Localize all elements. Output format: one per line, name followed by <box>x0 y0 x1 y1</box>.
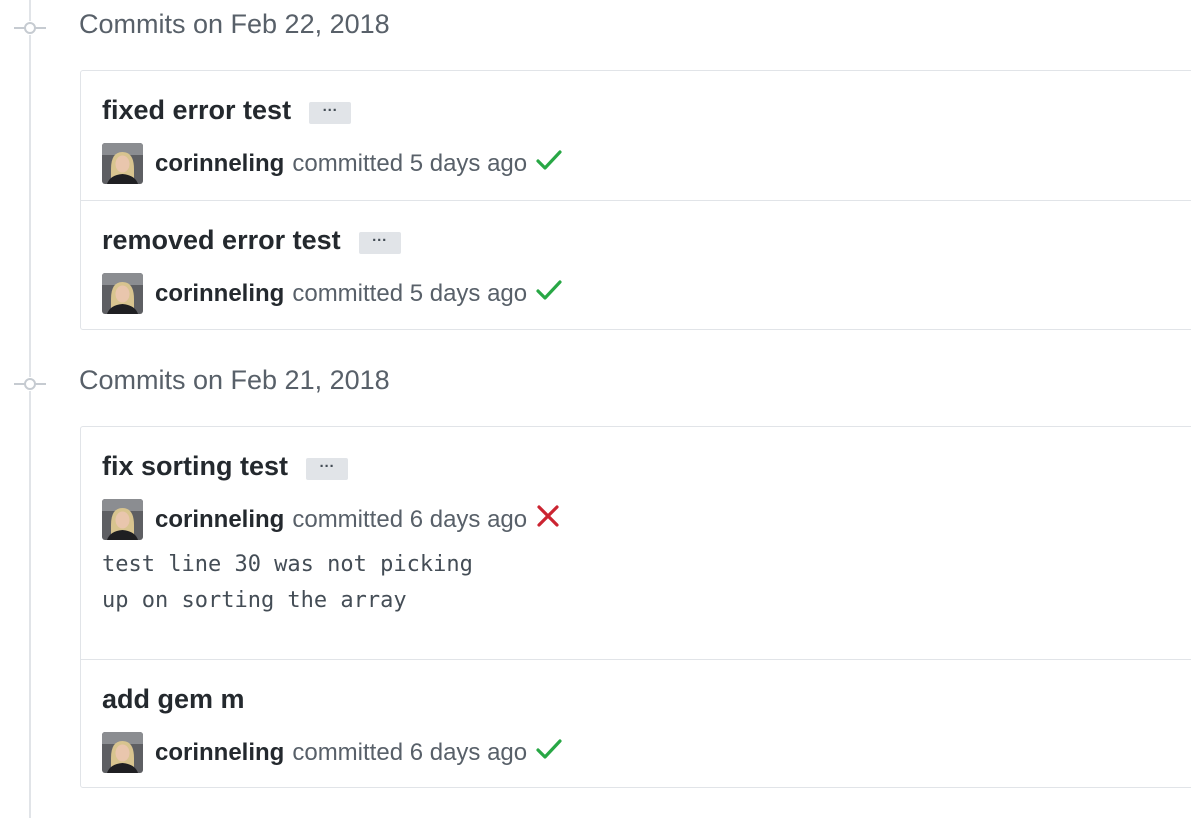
check-icon[interactable] <box>536 279 562 308</box>
commit-description: test line 30 was not picking up on sorti… <box>102 552 473 613</box>
git-commit-icon <box>14 21 46 35</box>
commit-group: Commits on Feb 22, 2018 <box>0 0 1191 56</box>
commit-group-header: Commits on Feb 22, 2018 <box>0 0 1191 56</box>
commit-group-title: Commits on Feb 21, 2018 <box>79 365 390 395</box>
avatar[interactable] <box>102 499 143 540</box>
commit-time: committed 5 days ago <box>292 279 528 307</box>
check-icon[interactable] <box>536 149 562 178</box>
author-link[interactable]: corinneling <box>155 739 284 767</box>
avatar[interactable] <box>102 143 143 184</box>
commit-time: committed 6 days ago <box>292 738 528 766</box>
author-link[interactable]: corinneling <box>155 280 284 308</box>
commit-time: committed 6 days ago <box>292 505 528 533</box>
commit-message-link[interactable]: add gem m <box>102 684 245 715</box>
author-link[interactable]: corinneling <box>155 506 284 534</box>
commit-list: fix sorting test ··· corinneling committ… <box>80 426 1191 788</box>
avatar[interactable] <box>102 732 143 773</box>
commit-list: fixed error test ··· corinneling committ… <box>80 70 1191 330</box>
commit-item: fix sorting test ··· corinneling committ… <box>81 427 1191 659</box>
author-link[interactable]: corinneling <box>155 150 284 178</box>
commit-message-link[interactable]: removed error test <box>102 225 341 256</box>
commit-group-header: Commits on Feb 21, 2018 <box>0 356 1191 412</box>
commit-message-link[interactable]: fix sorting test <box>102 451 288 482</box>
commit-message-link[interactable]: fixed error test <box>102 95 291 126</box>
expand-description-button[interactable]: ··· <box>309 101 352 124</box>
avatar[interactable] <box>102 273 143 314</box>
commit-time: committed 5 days ago <box>292 149 528 177</box>
commit-item: fixed error test ··· corinneling committ… <box>81 71 1191 200</box>
expand-description-button[interactable]: ··· <box>358 231 401 254</box>
commit-item: removed error test ··· corinneling commi… <box>81 200 1191 329</box>
commit-item: add gem m corinneling committed 6 days a… <box>81 659 1191 787</box>
commit-group: Commits on Feb 21, 2018 <box>0 356 1191 412</box>
commit-group-title: Commits on Feb 22, 2018 <box>79 9 390 39</box>
git-commit-icon <box>14 377 46 391</box>
expand-description-button[interactable]: ··· <box>306 457 349 480</box>
check-icon[interactable] <box>536 738 562 767</box>
x-icon[interactable] <box>536 505 560 534</box>
